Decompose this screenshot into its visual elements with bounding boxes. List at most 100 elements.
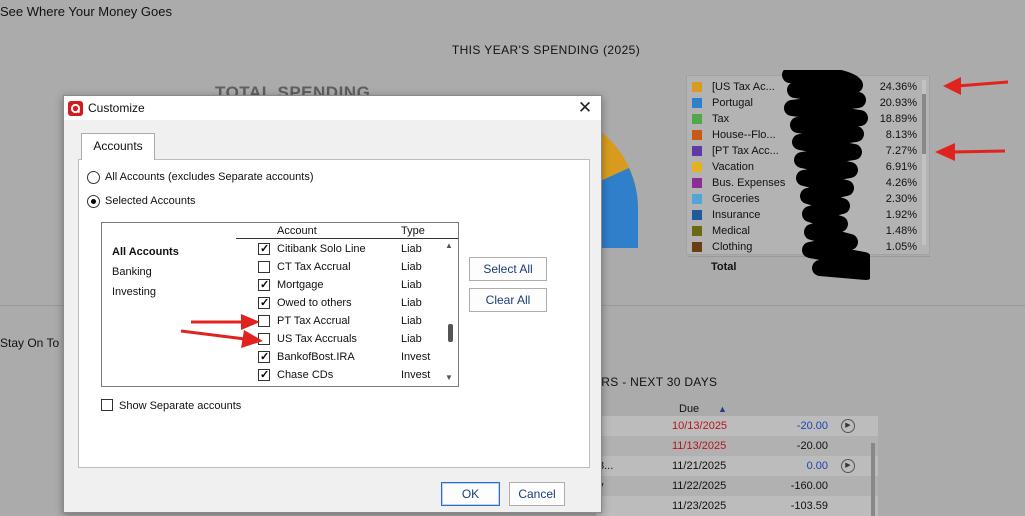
table-row[interactable]: 11/23/2025 -103.59: [596, 496, 878, 516]
account-list: Account Type Citibank Solo Line Liab CT T…: [236, 223, 460, 386]
account-type: Liab: [401, 333, 422, 345]
legend-pct: 20.93%: [879, 97, 917, 109]
account-checkbox[interactable]: [258, 366, 270, 384]
bills-scrollbar[interactable]: [871, 443, 875, 516]
list-item[interactable]: Citibank Solo Line Liab: [236, 240, 446, 258]
quicken-logo-icon: [68, 101, 83, 116]
show-separate-checkbox[interactable]: [101, 399, 113, 411]
legend-swatch: [692, 194, 702, 204]
radio-button[interactable]: [87, 171, 100, 184]
scroll-up-icon[interactable]: ▲: [445, 241, 453, 250]
legend-swatch: [692, 242, 702, 252]
legend-swatch: [692, 162, 702, 172]
account-selector: All Accounts Banking Investing Account T…: [101, 222, 459, 387]
account-type: Liab: [401, 243, 422, 255]
account-name: US Tax Accruals: [277, 333, 357, 345]
account-type: Liab: [401, 261, 422, 273]
tab-accounts[interactable]: Accounts: [81, 133, 155, 160]
legend-pct: 1.48%: [885, 225, 917, 237]
legend-name: Tax: [712, 113, 730, 125]
category-banking[interactable]: Banking: [112, 266, 152, 278]
legend-scrollbar[interactable]: [922, 80, 926, 245]
spending-section-title: THIS YEAR'S SPENDING (2025): [451, 43, 641, 57]
legend-pct: 18.89%: [879, 113, 917, 125]
clear-all-button[interactable]: Clear All: [469, 288, 547, 312]
column-header-type[interactable]: Type: [401, 225, 425, 237]
column-header-divider: [236, 238, 458, 239]
redaction-scribble: [782, 70, 870, 280]
list-item[interactable]: Chase CDs Invest: [236, 366, 446, 384]
legend-pct: 7.27%: [885, 145, 917, 157]
account-checkbox[interactable]: [258, 294, 270, 312]
legend-name: House--Flo...: [712, 129, 776, 141]
legend-name: Insurance: [712, 209, 761, 221]
legend-pct: 6.91%: [885, 161, 917, 173]
accounts-panel: All Accounts (excludes Separate accounts…: [78, 159, 590, 468]
legend-scrollbar-thumb[interactable]: [922, 94, 926, 154]
due-column-header[interactable]: Due: [679, 403, 699, 415]
legend-swatch: [692, 114, 702, 124]
table-row[interactable]: y11/22/2025-160.00: [596, 476, 878, 496]
column-header-account[interactable]: Account: [277, 225, 317, 237]
annotation-arrow-shaft: [950, 149, 1006, 154]
legend-pct: 2.30%: [885, 193, 917, 205]
table-row[interactable]: 11/13/2025 -20.00: [596, 436, 878, 456]
legend-name: Portugal: [712, 97, 753, 109]
annotation-arrow: [180, 329, 263, 348]
legend-swatch: [692, 98, 702, 108]
legend-name: Vacation: [712, 161, 754, 173]
legend-name: Bus. Expenses: [712, 177, 786, 189]
account-type: Liab: [401, 315, 422, 327]
cancel-button[interactable]: Cancel: [509, 482, 565, 506]
table-row[interactable]: 3... 11/21/2025 0.00 ▶: [596, 456, 878, 476]
radio-label: Selected Accounts: [105, 195, 196, 207]
list-item[interactable]: BankofBost.IRA Invest: [236, 348, 446, 366]
account-checkbox[interactable]: [258, 348, 270, 366]
annotation-arrow: [943, 77, 1009, 95]
close-icon[interactable]: ✕: [569, 96, 601, 120]
list-item[interactable]: CT Tax Accrual Liab: [236, 258, 446, 276]
legend-swatch: [692, 226, 702, 236]
annotation-arrow-head: [935, 143, 955, 161]
annotation-arrow-head: [943, 77, 961, 95]
category-all-accounts[interactable]: All Accounts: [112, 246, 179, 258]
annotation-arrow-shaft: [180, 329, 246, 341]
legend-swatch: [692, 146, 702, 156]
bill-amount: -103.59: [790, 500, 828, 512]
bill-amount: -20.00: [796, 420, 828, 432]
legend-name: Medical: [712, 225, 750, 237]
bill-date: 11/21/2025: [672, 460, 727, 472]
account-type: Liab: [401, 297, 422, 309]
table-row[interactable]: 10/13/2025 -20.00 ▶: [596, 416, 878, 436]
category-investing[interactable]: Investing: [112, 286, 156, 298]
ok-button[interactable]: OK: [441, 482, 500, 506]
account-name: CT Tax Accrual: [277, 261, 351, 273]
scrollbar-thumb[interactable]: [448, 324, 453, 342]
account-name: PT Tax Accrual: [277, 315, 350, 327]
account-type: Invest: [401, 369, 431, 381]
annotation-arrow-head: [241, 330, 263, 348]
bills-section-title: ERS - NEXT 30 DAYS: [593, 375, 718, 389]
account-checkbox[interactable]: [258, 276, 270, 294]
select-all-button[interactable]: Select All: [469, 257, 547, 281]
legend-swatch: [692, 210, 702, 220]
account-name: Citibank Solo Line: [277, 243, 366, 255]
stay-on-top-title: Stay On To: [0, 336, 60, 350]
legend-pct: 1.05%: [885, 241, 917, 253]
list-item[interactable]: Owed to others Liab: [236, 294, 446, 312]
scroll-down-icon[interactable]: ▼: [445, 373, 453, 382]
radio-button[interactable]: [87, 195, 100, 208]
legend-pct: 1.92%: [885, 209, 917, 221]
bill-action-icon[interactable]: ▶: [841, 419, 855, 433]
account-name: Owed to others: [277, 297, 352, 309]
bill-action-icon[interactable]: ▶: [841, 459, 855, 473]
bill-date: 11/13/2025: [672, 440, 727, 452]
account-checkbox[interactable]: [258, 261, 270, 273]
dialog-titlebar[interactable]: Customize ✕: [64, 96, 601, 120]
account-checkbox[interactable]: [258, 240, 270, 258]
legend-pct: 8.13%: [885, 129, 917, 141]
account-list-scrollbar[interactable]: ▲ ▼: [443, 239, 457, 385]
legend-pct: 24.36%: [879, 81, 917, 93]
legend-swatch: [692, 178, 702, 188]
list-item[interactable]: Mortgage Liab: [236, 276, 446, 294]
